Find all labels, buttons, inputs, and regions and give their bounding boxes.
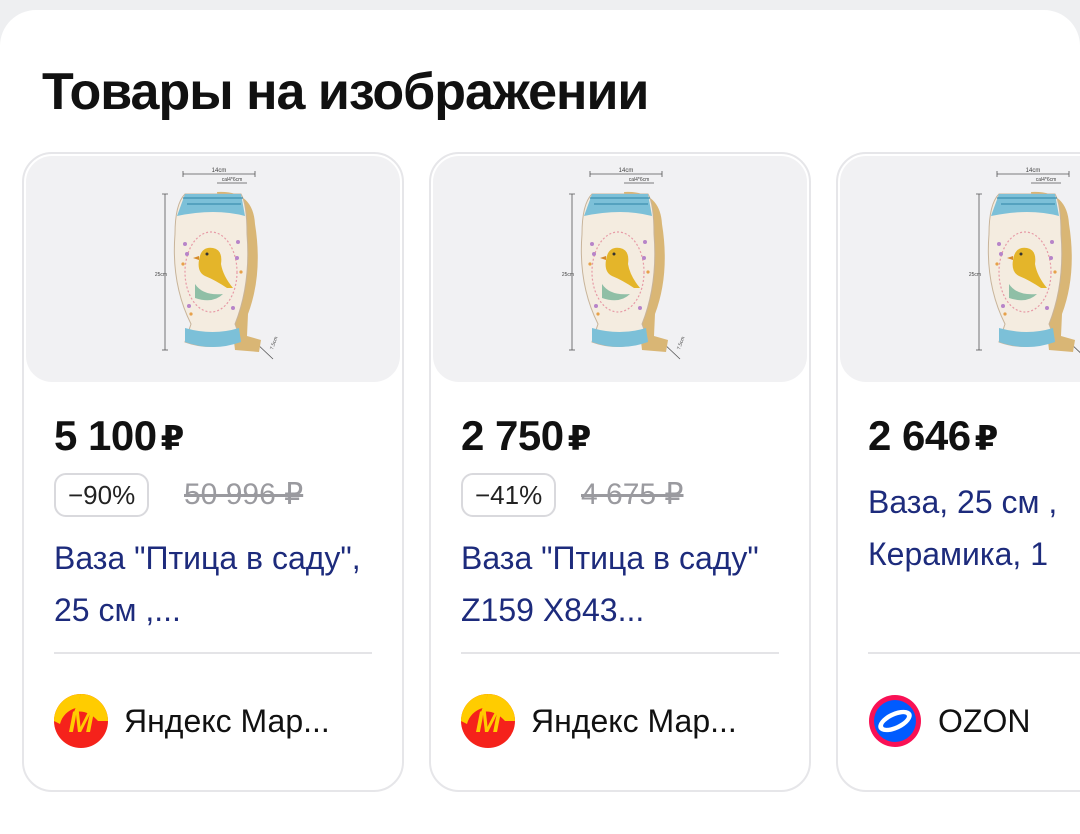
seller-name: OZON bbox=[938, 702, 1031, 739]
old-price: 50 996 ₽ bbox=[184, 478, 304, 511]
vase-image: 14cm cal4*6cm 25cm 7.5cm bbox=[155, 168, 280, 360]
product-price: 5 100 ₽ bbox=[54, 412, 184, 459]
svg-text:M: M bbox=[69, 706, 95, 739]
dimension-height: 25cm bbox=[155, 272, 167, 278]
product-image[interactable]: 14cm cal4*6cm 25cm 7.5cm bbox=[433, 156, 807, 382]
dimension-inner: cal4*6cm bbox=[629, 177, 650, 183]
seller-name: Яндекс Мар... bbox=[531, 702, 737, 739]
discount-badge: −90% bbox=[54, 473, 150, 517]
product-name[interactable]: Ваза, 25 см , Керамика, 1 bbox=[868, 476, 1080, 580]
yandex-market-logo-icon: M bbox=[54, 694, 108, 748]
seller[interactable]: M Яндекс Мар... bbox=[461, 694, 737, 748]
product-image[interactable]: 14cm cal4*6cm 25cm 7.5cm bbox=[26, 156, 400, 382]
dimension-depth: 7.5cm bbox=[269, 336, 279, 351]
product-price: 2 646 ₽ bbox=[868, 412, 998, 459]
dimension-height: 25cm bbox=[969, 272, 981, 278]
product-card[interactable]: 14cm cal4*6cm 25cm 7.5cm 2 750 ₽ −41% 4 6… bbox=[429, 152, 811, 792]
product-name[interactable]: Ваза "Птица в саду", 25 см ,... bbox=[54, 532, 384, 636]
products-panel: Товары на изображении 14cm cal4*6cm 25cm… bbox=[0, 10, 1080, 834]
product-image[interactable]: 14cm cal4*6cm 25cm 7.5cm bbox=[840, 156, 1080, 382]
divider bbox=[461, 652, 779, 654]
product-price: 2 750 ₽ bbox=[461, 412, 591, 459]
yandex-market-logo-icon: M bbox=[461, 694, 515, 748]
seller-name: Яндекс Мар... bbox=[124, 702, 330, 739]
divider bbox=[54, 652, 372, 654]
discount-badge: −41% bbox=[461, 473, 557, 517]
dimension-height: 25cm bbox=[562, 272, 574, 278]
dimension-inner: cal4*6cm bbox=[222, 177, 243, 183]
vase-image: 14cm cal4*6cm 25cm 7.5cm bbox=[969, 168, 1080, 353]
dimension-width: 14cm bbox=[619, 168, 634, 174]
dimension-width: 14cm bbox=[1026, 168, 1041, 174]
ozon-logo-icon bbox=[869, 695, 921, 747]
section-title: Товары на изображении bbox=[42, 63, 649, 121]
dimension-depth: 7.5cm bbox=[676, 336, 686, 351]
divider bbox=[868, 652, 1080, 654]
svg-text:M: M bbox=[476, 706, 502, 739]
product-card[interactable]: 14cm cal4*6cm 25cm 7.5cm 2 646₽ Ваза, 25… bbox=[836, 152, 1080, 792]
seller[interactable]: M Яндекс Мар... bbox=[54, 694, 330, 748]
vase-image: 14cm cal4*6cm 25cm 7.5cm bbox=[562, 168, 687, 360]
product-name[interactable]: Ваза "Птица в саду" Z159 X843... bbox=[461, 532, 791, 636]
dimension-width: 14cm bbox=[212, 168, 227, 174]
old-price: 4 675 ₽ bbox=[581, 478, 684, 511]
seller[interactable]: OZON bbox=[868, 694, 1030, 748]
product-card[interactable]: 14cm cal4*6cm 25cm 7.5cm 5 100 ₽ −90% 50 … bbox=[22, 152, 404, 792]
dimension-inner: cal4*6cm bbox=[1036, 177, 1057, 183]
